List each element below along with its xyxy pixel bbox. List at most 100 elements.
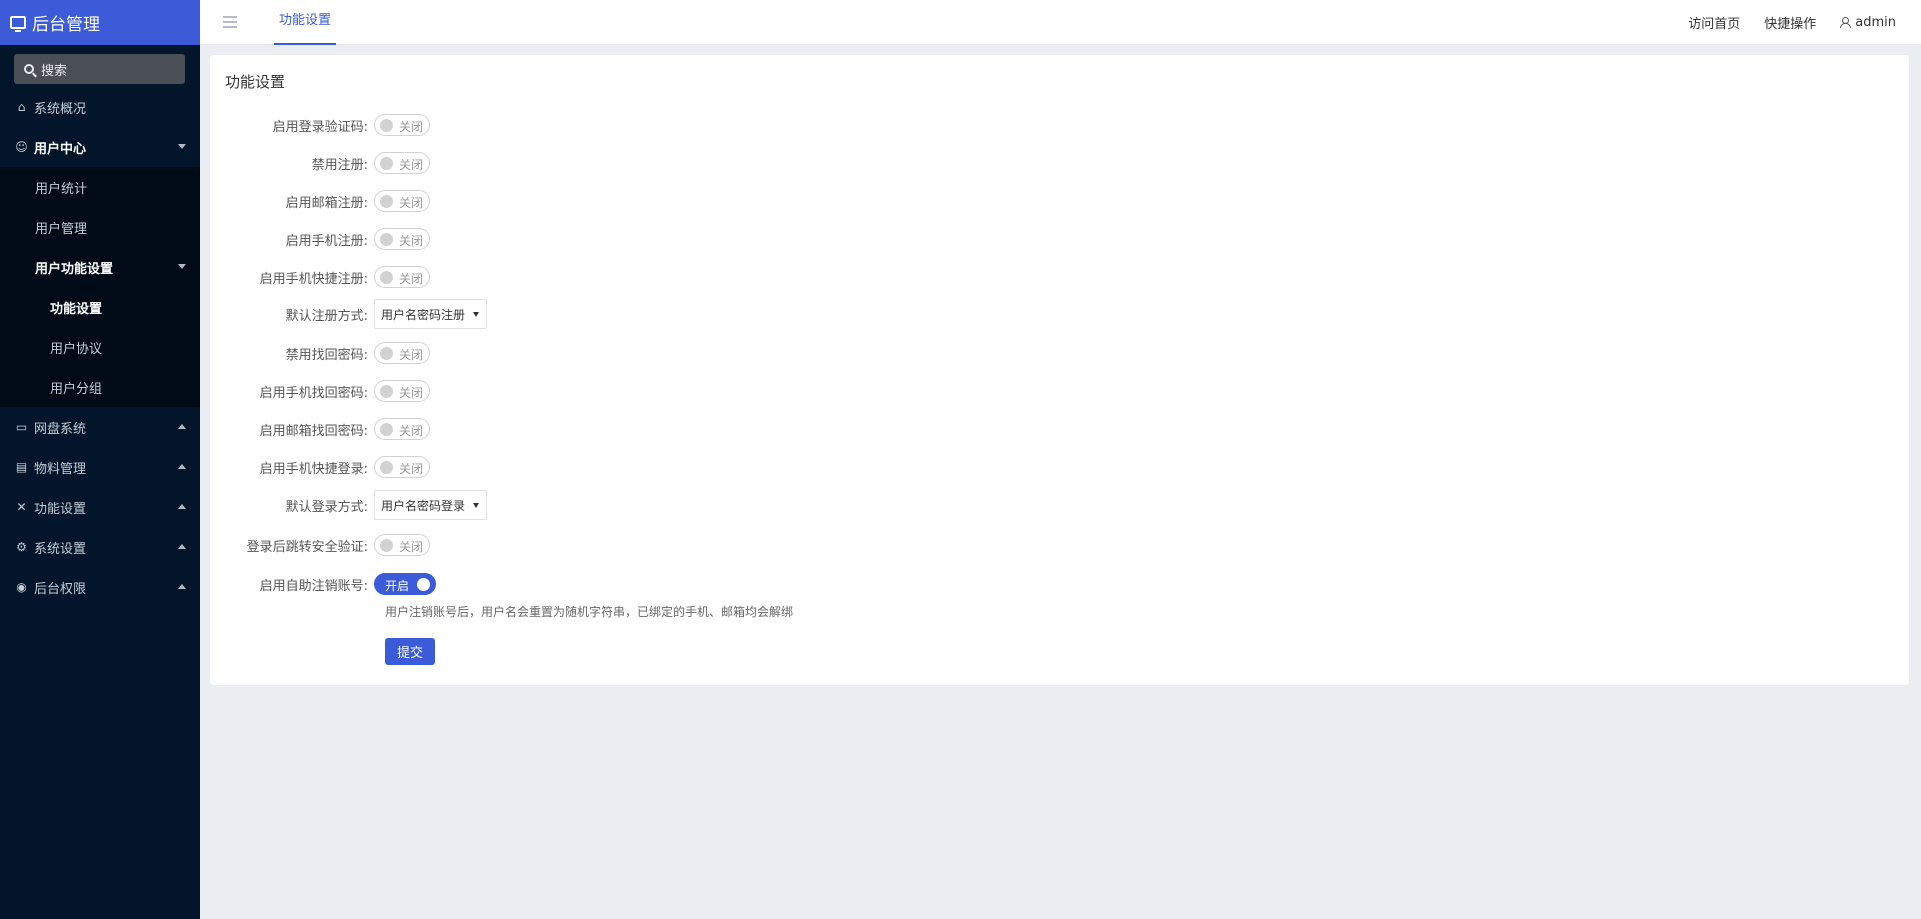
sidebar-search: 搜索 <box>0 45 200 85</box>
chevron-up-icon <box>178 584 186 589</box>
monitor-icon <box>10 16 26 32</box>
form-label: 默认登录方式: <box>285 499 368 515</box>
sidebar-item-user-group[interactable]: 用户分组 <box>0 367 200 407</box>
sidebar-item-materials[interactable]: ▤ 物料管理 <box>0 447 200 487</box>
sidebar-item-label: 物料管理 <box>34 461 87 477</box>
email-password-reset-toggle[interactable]: 关闭 <box>374 418 430 440</box>
caret-down-icon <box>473 503 479 508</box>
form-label: 禁用找回密码: <box>285 347 368 363</box>
form-row-disable-password-reset: 禁用找回密码: 关闭 <box>210 341 810 365</box>
quick-actions-link[interactable]: 快捷操作 <box>1764 13 1816 32</box>
toggle-state: 关闭 <box>399 386 424 400</box>
form-label: 启用手机找回密码: <box>259 385 368 401</box>
tab-function-settings[interactable]: 功能设置 <box>274 0 337 45</box>
user-menu[interactable]: admin <box>1840 15 1896 30</box>
email-register-toggle[interactable]: 关闭 <box>374 190 430 212</box>
chevron-up-icon <box>178 504 186 509</box>
page-title: 功能设置 <box>225 73 286 91</box>
form-row-security-verify: 登录后跳转安全验证: 关闭 <box>210 533 810 557</box>
user-circle-icon: ◉ <box>16 580 27 594</box>
select-value: 用户名密码注册 <box>381 307 466 322</box>
phone-password-reset-toggle[interactable]: 关闭 <box>374 380 430 402</box>
search-input[interactable]: 搜索 <box>14 54 185 84</box>
default-register-select[interactable]: 用户名密码注册 <box>374 299 487 329</box>
sidebar-item-admin-permissions[interactable]: ◉ 后台权限 <box>0 567 200 607</box>
form-label: 启用手机注册: <box>285 233 368 249</box>
form-row-email-password-reset: 启用邮箱找回密码: 关闭 <box>210 417 810 441</box>
gear-icon: ⚙ <box>16 540 27 554</box>
toggle-state: 关闭 <box>399 348 424 362</box>
sidebar-item-label: 用户分组 <box>50 381 103 397</box>
sidebar-submenu: 用户统计 用户管理 用户功能设置 功能设置 用户协议 用户分组 <box>0 167 200 407</box>
visit-home-link[interactable]: 访问首页 <box>1688 13 1740 32</box>
toggle-state: 关闭 <box>399 540 424 554</box>
sidebar-item-label: 功能设置 <box>50 301 103 317</box>
search-icon <box>24 64 34 74</box>
sidebar-item-overview[interactable]: ⌂ 系统概况 <box>0 87 200 127</box>
disable-password-reset-toggle[interactable]: 关闭 <box>374 342 430 364</box>
search-placeholder: 搜索 <box>41 63 68 79</box>
menu-toggle-icon[interactable] <box>223 16 237 28</box>
toggle-state: 关闭 <box>399 120 424 134</box>
chevron-up-icon <box>178 544 186 549</box>
home-icon: ⌂ <box>17 100 26 114</box>
sidebar-item-user-function-settings[interactable]: 用户功能设置 <box>0 247 200 287</box>
form-label: 禁用注册: <box>311 157 368 173</box>
self-cancel-account-toggle[interactable]: 开启 <box>374 573 436 595</box>
form-row-self-cancel-account: 启用自助注销账号: 开启 <box>210 572 810 596</box>
phone-quick-register-toggle[interactable]: 关闭 <box>374 266 430 288</box>
list-icon: ▤ <box>15 460 28 474</box>
login-captcha-toggle[interactable]: 关闭 <box>374 114 430 136</box>
toggle-state: 关闭 <box>399 234 424 248</box>
sidebar-item-netdisk[interactable]: ▭ 网盘系统 <box>0 407 200 447</box>
default-login-select[interactable]: 用户名密码登录 <box>374 490 487 520</box>
sidebar-item-user-center[interactable]: ☺ 用户中心 <box>0 127 200 167</box>
form-row-phone-quick-register: 启用手机快捷注册: 关闭 <box>210 265 810 289</box>
toggle-state: 关闭 <box>399 462 424 476</box>
toggle-state: 关闭 <box>399 424 424 438</box>
disable-register-toggle[interactable]: 关闭 <box>374 152 430 174</box>
sidebar-item-user-manage[interactable]: 用户管理 <box>0 207 200 247</box>
tools-icon: ✕ <box>16 500 27 514</box>
users-icon: ☺ <box>15 140 28 154</box>
form-row-phone-register: 启用手机注册: 关闭 <box>210 227 810 251</box>
form-label: 默认注册方式: <box>285 308 368 324</box>
sidebar-item-label: 用户管理 <box>35 221 88 237</box>
toggle-state: 关闭 <box>399 158 424 172</box>
form-row-disable-register: 禁用注册: 关闭 <box>210 151 810 175</box>
select-value: 用户名密码登录 <box>381 498 466 513</box>
form-label: 启用邮箱找回密码: <box>259 423 368 439</box>
chevron-up-icon <box>178 464 186 469</box>
phone-register-toggle[interactable]: 关闭 <box>374 228 430 250</box>
sidebar-item-user-agreement[interactable]: 用户协议 <box>0 327 200 367</box>
sidebar-item-label: 系统概况 <box>34 101 87 117</box>
form-row-default-login-method: 默认登录方式: 用户名密码登录 <box>210 490 810 520</box>
sidebar-item-label: 后台权限 <box>34 581 87 597</box>
security-verify-toggle[interactable]: 关闭 <box>374 534 430 556</box>
sidebar-item-label: 用户功能设置 <box>35 261 114 277</box>
toggle-state: 关闭 <box>399 196 424 210</box>
sidebar-item-system-settings[interactable]: ⚙ 系统设置 <box>0 527 200 567</box>
form-label: 启用手机快捷注册: <box>259 271 368 287</box>
sidebar-item-feature-settings[interactable]: ✕ 功能设置 <box>0 487 200 527</box>
chevron-down-icon <box>178 144 186 149</box>
phone-quick-login-toggle[interactable]: 关闭 <box>374 456 430 478</box>
sidebar-menu: ⌂ 系统概况 ☺ 用户中心 用户统计 用户管理 用户功能设置 功能设置 用户协议 <box>0 87 200 607</box>
toggle-state: 关闭 <box>399 272 424 286</box>
sidebar-item-function-settings[interactable]: 功能设置 <box>0 287 200 327</box>
topbar-actions: 访问首页 快捷操作 admin <box>1664 0 1921 45</box>
app-title: 后台管理 <box>32 15 100 35</box>
username: admin <box>1855 15 1896 30</box>
form-row-phone-quick-login: 启用手机快捷登录: 关闭 <box>210 455 810 479</box>
chevron-up-icon <box>178 424 186 429</box>
form-label: 启用登录验证码: <box>272 119 368 135</box>
form-label: 启用邮箱注册: <box>285 195 368 211</box>
user-icon <box>1840 17 1852 28</box>
sidebar: 后台管理 搜索 ⌂ 系统概况 ☺ 用户中心 用户统计 用户管理 用户功能设置 功… <box>0 0 200 919</box>
sidebar-item-user-stats[interactable]: 用户统计 <box>0 167 200 207</box>
app-logo[interactable]: 后台管理 <box>0 0 200 45</box>
sidebar-item-label: 系统设置 <box>34 541 87 557</box>
sidebar-item-label: 网盘系统 <box>34 421 87 437</box>
sidebar-item-label: 功能设置 <box>34 501 87 517</box>
submit-button[interactable]: 提交 <box>385 638 435 665</box>
